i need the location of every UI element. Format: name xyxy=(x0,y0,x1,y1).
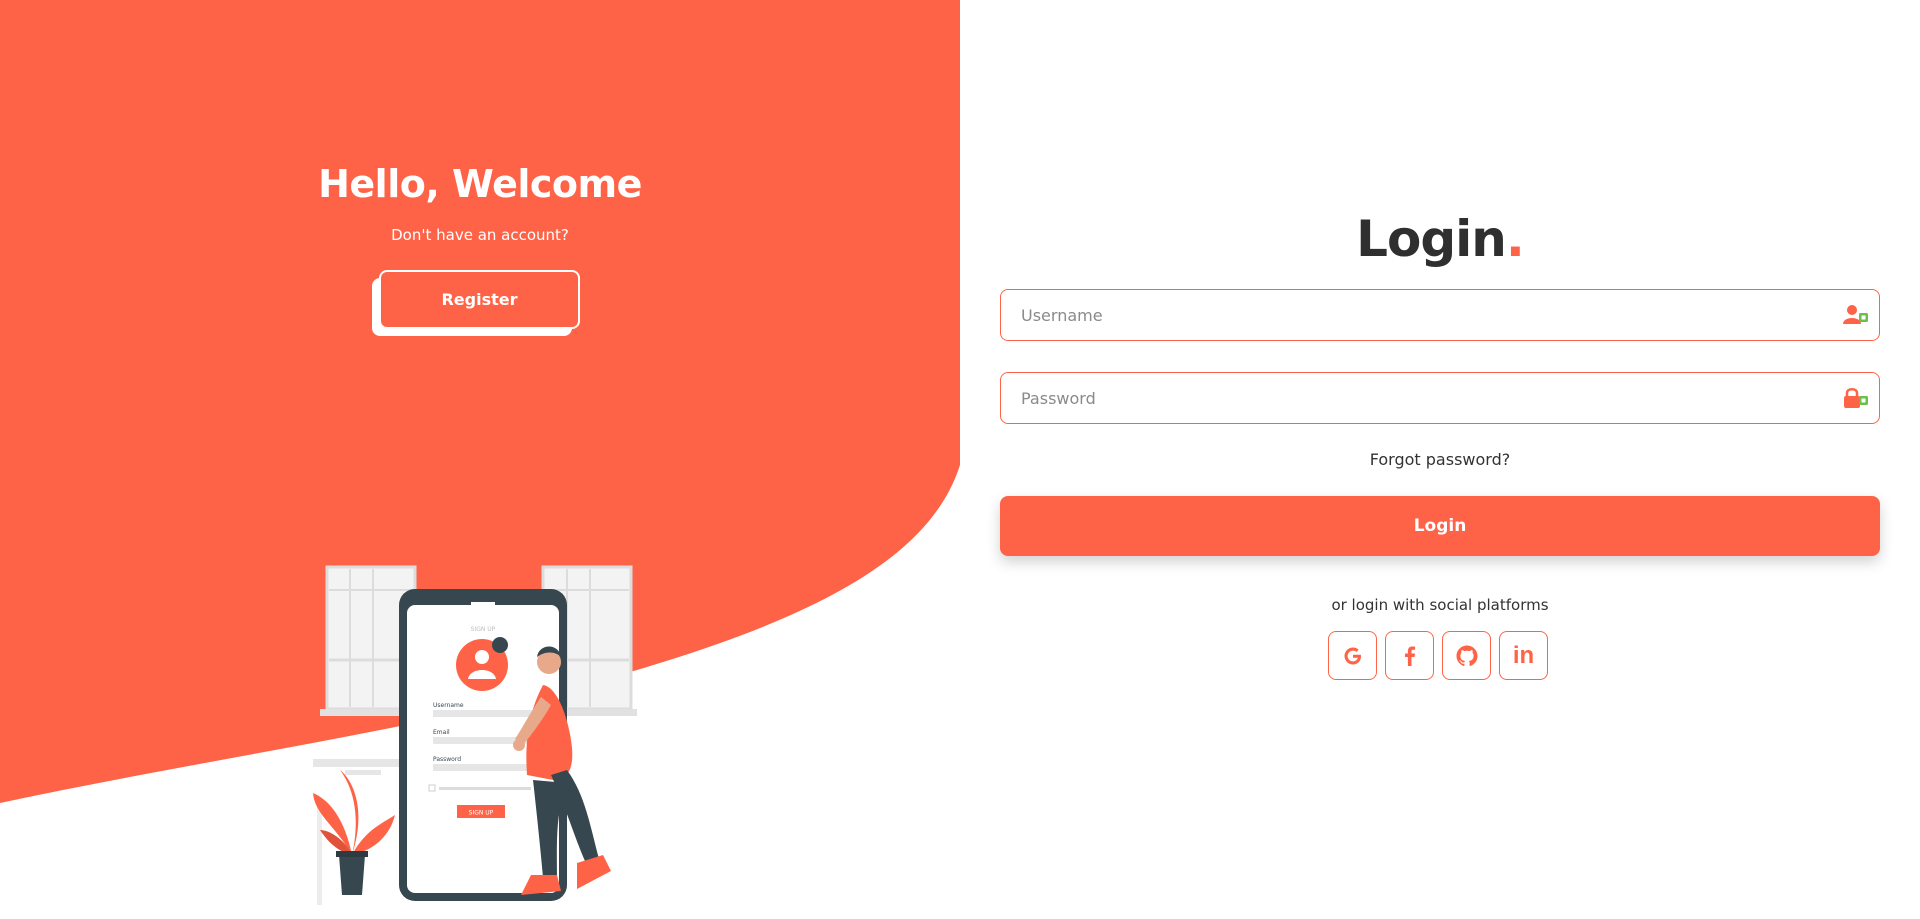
phone-signup-button: SIGN UP xyxy=(469,810,494,817)
login-title: Login. xyxy=(960,210,1920,268)
forgot-password-link[interactable]: Forgot password? xyxy=(960,450,1920,469)
user-icon xyxy=(1843,305,1868,324)
facebook-login-button[interactable] xyxy=(1385,631,1434,680)
password-input[interactable] xyxy=(1001,373,1879,423)
google-login-button[interactable] xyxy=(1328,631,1377,680)
password-field xyxy=(1000,372,1880,424)
username-field xyxy=(1000,289,1880,341)
phone-screen-title: SIGN UP xyxy=(471,626,496,633)
linkedin-login-button[interactable]: in xyxy=(1499,631,1548,680)
no-account-text: Don't have an account? xyxy=(391,226,569,244)
plant xyxy=(313,770,395,895)
signup-illustration: SIGN UP Username Email Password SIGN UP xyxy=(313,565,637,905)
right-panel: Login. Forgot password? Login or login w… xyxy=(960,0,1920,919)
welcome-heading: Hello, Welcome xyxy=(318,162,642,206)
social-login-text: or login with social platforms xyxy=(1331,596,1549,614)
login-title-dot: . xyxy=(1505,210,1525,268)
facebook-icon xyxy=(1404,646,1415,666)
social-login-buttons: in xyxy=(1328,631,1558,683)
lock-icon xyxy=(1844,388,1868,408)
linkedin-icon: in xyxy=(1512,641,1535,669)
github-login-button[interactable] xyxy=(1442,631,1491,680)
left-panel: Hello, Welcome Don't have an account? Re… xyxy=(0,0,960,919)
github-icon xyxy=(1456,645,1477,666)
phone-field-username: Username xyxy=(433,702,464,709)
register-button[interactable]: Register xyxy=(379,270,580,329)
google-icon xyxy=(1344,647,1361,664)
username-input[interactable] xyxy=(1001,290,1879,340)
phone-field-email: Email xyxy=(433,729,450,736)
login-title-text: Login xyxy=(1356,210,1507,268)
phone-field-password: Password xyxy=(433,756,461,763)
register-button-wrap: Register xyxy=(372,270,580,336)
login-button[interactable]: Login xyxy=(1000,496,1880,556)
